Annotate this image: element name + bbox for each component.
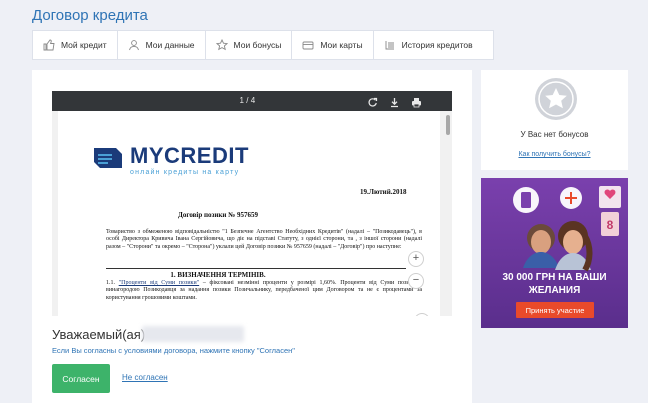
document-title: Договір позики № 957659: [178, 211, 258, 219]
bonus-card: У Вас нет бонусов Как получить бонусы?: [481, 70, 628, 170]
account-nav: Мой кредит Мои данные Мои бонусы Мои кар…: [32, 30, 494, 60]
star-icon: [215, 39, 228, 51]
clause-number: 1.1.: [106, 280, 115, 286]
document-date: 19.Лютий.2018: [360, 188, 407, 196]
card-icon: [302, 39, 314, 51]
how-to-get-bonuses-link[interactable]: Как получить бонусы?: [481, 151, 628, 158]
nav-my-credit[interactable]: Мой кредит: [33, 31, 118, 59]
promo-headline: 30 000 ГРН НА ВАШИ ЖЕЛАНИЯ: [481, 271, 628, 297]
bonus-badge: [535, 78, 577, 120]
mycredit-logo: MYCREDIT онлайн кредиты на карту: [92, 145, 249, 176]
nav-credit-history-label: История кредитов: [401, 40, 473, 50]
current-page: 1: [239, 96, 244, 105]
mycredit-logo-mark-icon: [94, 148, 122, 168]
nav-my-cards[interactable]: Мои карты: [292, 31, 374, 59]
participate-button[interactable]: Принять участие: [516, 302, 594, 318]
star-icon: [538, 81, 574, 117]
rotate-icon[interactable]: [367, 95, 378, 107]
promo-banner[interactable]: 8 30 000 ГРН НА ВАШИ ЖЕЛАНИЯ Принять уча…: [481, 178, 628, 328]
nav-credit-history[interactable]: История кредитов: [374, 31, 483, 59]
pdf-toolbar: 1 / 4: [52, 91, 452, 111]
blurred-customer-name: [142, 326, 244, 342]
nav-my-cards-label: Мои карты: [320, 40, 363, 50]
clause-term: "Проценти від Суми позики": [118, 280, 200, 286]
page-indicator: 1 / 4: [234, 96, 256, 105]
promo-headline-line-2: ЖЕЛАНИЯ: [528, 285, 581, 296]
scroll-thumb[interactable]: [446, 115, 450, 135]
zoom-in-button[interactable]: +: [408, 251, 424, 267]
clause-1-1: 1.1. "Проценти від Суми позики" – фіксов…: [106, 280, 422, 302]
nav-my-data-label: Мои данные: [145, 40, 195, 50]
plus-icon: +: [412, 252, 420, 264]
fit-page-button[interactable]: [414, 313, 430, 316]
greeting: Уважаемый(ая): [52, 327, 146, 342]
viewer-scrollbar[interactable]: [444, 111, 452, 316]
divider: [106, 268, 406, 269]
agree-button[interactable]: Согласен: [52, 364, 110, 393]
pdf-viewer[interactable]: 1 / 4 MYCREDIT онлайн кредиты на карту 1…: [52, 91, 452, 316]
contract-document-page: MYCREDIT онлайн кредиты на карту 19.Люти…: [58, 111, 440, 316]
nav-my-credit-label: Мой кредит: [61, 40, 107, 50]
print-icon[interactable]: [411, 95, 422, 108]
nav-my-bonuses[interactable]: Мои бонусы: [206, 31, 293, 59]
logo-name: MYCREDIT: [130, 143, 249, 168]
document-intro: Товариство з обмеженою відповідальністю …: [106, 229, 422, 250]
consent-instruction: Если Вы согласны с условиями договора, н…: [52, 346, 295, 355]
download-icon[interactable]: [389, 95, 400, 108]
zoom-out-button[interactable]: −: [408, 273, 424, 289]
promo-headline-line-1: 30 000 ГРН НА ВАШИ: [502, 272, 607, 283]
total-pages: 4: [250, 96, 256, 105]
page-separator: /: [246, 96, 249, 105]
page-title: Договор кредита: [32, 7, 148, 24]
svg-text:8: 8: [607, 218, 614, 232]
user-icon: [128, 39, 140, 51]
logo-tagline: онлайн кредиты на карту: [130, 169, 240, 176]
list-icon: [384, 39, 396, 51]
nav-my-data[interactable]: Мои данные: [118, 31, 206, 59]
thumbs-up-icon: [43, 39, 55, 51]
section-heading: 1. ВИЗНАЧЕННЯ ТЕРМІНІВ.: [170, 271, 266, 279]
nav-my-bonuses-label: Мои бонусы: [233, 40, 282, 50]
disagree-link[interactable]: Не согласен: [122, 373, 168, 382]
no-bonuses-text: У Вас нет бонусов: [520, 130, 589, 139]
minus-icon: −: [412, 274, 420, 286]
